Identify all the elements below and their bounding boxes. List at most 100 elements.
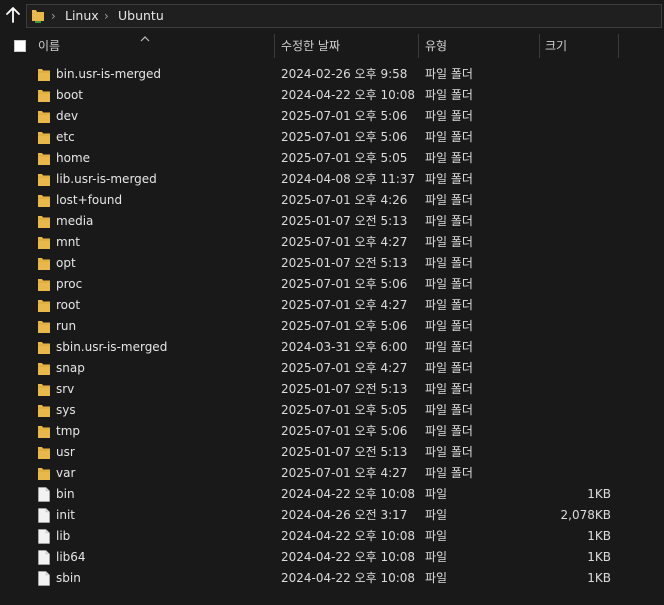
row-type: 파일 폴더: [425, 256, 473, 270]
row-type: 파일: [425, 550, 448, 564]
row-type: 파일 폴더: [425, 172, 473, 186]
row-date: 2025-07-01 오후 4:27: [281, 466, 408, 480]
row-name: var: [56, 466, 76, 480]
row-name: boot: [56, 88, 84, 102]
table-row[interactable]: snap 2025-07-01 오후 4:27 파일 폴더: [0, 358, 664, 379]
breadcrumb-ubuntu[interactable]: Ubuntu: [118, 8, 164, 24]
folder-icon: [38, 151, 50, 166]
table-row[interactable]: boot 2024-04-22 오후 10:08 파일 폴더: [0, 85, 664, 106]
row-date: 2025-01-07 오전 5:13: [281, 382, 408, 396]
table-row[interactable]: root 2025-07-01 오후 4:27 파일 폴더: [0, 295, 664, 316]
row-name: lib64: [56, 550, 86, 564]
row-type: 파일 폴더: [425, 319, 473, 333]
row-date: 2025-07-01 오후 5:06: [281, 424, 408, 438]
row-date: 2025-07-01 오후 5:06: [281, 109, 408, 123]
table-row[interactable]: sbin 2024-04-22 오후 10:08 파일 1KB: [0, 568, 664, 589]
table-row[interactable]: dev 2025-07-01 오후 5:06 파일 폴더: [0, 106, 664, 127]
row-name: run: [56, 319, 77, 333]
row-type: 파일 폴더: [425, 382, 473, 396]
table-row[interactable]: tmp 2025-07-01 오후 5:06 파일 폴더: [0, 421, 664, 442]
row-name: tmp: [56, 424, 81, 438]
table-row[interactable]: home 2025-07-01 오후 5:05 파일 폴더: [0, 148, 664, 169]
table-row[interactable]: lib64 2024-04-22 오후 10:08 파일 1KB: [0, 547, 664, 568]
row-name: lib: [56, 529, 71, 543]
row-name: lib.usr-is-merged: [56, 172, 157, 186]
row-date: 2024-04-22 오후 10:08: [281, 487, 416, 501]
row-date: 2024-03-31 오후 6:00: [281, 340, 408, 354]
table-row[interactable]: var 2025-07-01 오후 4:27 파일 폴더: [0, 463, 664, 484]
row-type: 파일 폴더: [425, 298, 473, 312]
row-date: 2025-07-01 오후 5:05: [281, 151, 408, 165]
row-name: mnt: [56, 235, 80, 249]
row-type: 파일 폴더: [425, 214, 473, 228]
folder-icon: [38, 340, 50, 355]
address-bar[interactable]: › Linux › Ubuntu: [26, 4, 662, 28]
row-name: lost+found: [56, 193, 123, 207]
row-date: 2024-04-22 오후 10:08: [281, 550, 416, 564]
breadcrumb-separator: ›: [104, 9, 109, 23]
breadcrumb-linux[interactable]: Linux: [65, 8, 99, 24]
folder-icon: [38, 298, 50, 313]
folder-icon: [38, 361, 50, 376]
up-arrow-icon[interactable]: [4, 6, 22, 26]
row-date: 2025-07-01 오후 4:26: [281, 193, 408, 207]
table-row[interactable]: sbin.usr-is-merged 2024-03-31 오후 6:00 파일 폴…: [0, 337, 664, 358]
row-name: home: [56, 151, 91, 165]
row-date: 2025-07-01 오후 4:27: [281, 298, 408, 312]
row-date: 2024-02-26 오후 9:58: [281, 67, 408, 81]
row-date: 2025-01-07 오전 5:13: [281, 256, 408, 270]
table-row[interactable]: srv 2025-01-07 오전 5:13 파일 폴더: [0, 379, 664, 400]
table-row[interactable]: opt 2025-01-07 오전 5:13 파일 폴더: [0, 253, 664, 274]
row-name: dev: [56, 109, 79, 123]
row-type: 파일 폴더: [425, 445, 473, 459]
file-icon: [38, 529, 50, 544]
table-row[interactable]: sys 2025-07-01 오후 5:05 파일 폴더: [0, 400, 664, 421]
file-icon: [38, 571, 50, 586]
table-row[interactable]: mnt 2025-07-01 오후 4:27 파일 폴더: [0, 232, 664, 253]
select-all-checkbox[interactable]: [14, 40, 26, 52]
row-type: 파일: [425, 508, 448, 522]
table-row[interactable]: media 2025-01-07 오전 5:13 파일 폴더: [0, 211, 664, 232]
folder-icon: [38, 67, 50, 82]
row-date: 2024-04-22 오후 10:08: [281, 88, 416, 102]
row-name: sbin.usr-is-merged: [56, 340, 168, 354]
column-divider[interactable]: [418, 34, 419, 58]
table-row[interactable]: etc 2025-07-01 오후 5:06 파일 폴더: [0, 127, 664, 148]
column-divider[interactable]: [539, 34, 540, 58]
column-type[interactable]: 유형: [425, 38, 447, 54]
table-row[interactable]: lost+found 2025-07-01 오후 4:26 파일 폴더: [0, 190, 664, 211]
folder-icon: [38, 277, 50, 292]
column-name[interactable]: 이름: [38, 38, 60, 54]
folder-icon: [38, 319, 50, 334]
table-row[interactable]: lib.usr-is-merged 2024-04-08 오후 11:37 파일 폴…: [0, 169, 664, 190]
table-row[interactable]: run 2025-07-01 오후 5:06 파일 폴더: [0, 316, 664, 337]
column-divider[interactable]: [618, 34, 619, 58]
table-row[interactable]: bin 2024-04-22 오후 10:08 파일 1KB: [0, 484, 664, 505]
row-type: 파일: [425, 571, 448, 585]
row-date: 2025-07-01 오후 5:06: [281, 130, 408, 144]
row-name: init: [56, 508, 75, 522]
table-row[interactable]: usr 2025-01-07 오전 5:13 파일 폴더: [0, 442, 664, 463]
table-row[interactable]: init 2024-04-26 오전 3:17 파일 2,078KB: [0, 505, 664, 526]
row-name: etc: [56, 130, 75, 144]
folder-icon: [38, 382, 50, 397]
column-divider[interactable]: [274, 34, 275, 58]
row-date: 2024-04-22 오후 10:08: [281, 571, 416, 585]
column-header: 이름 수정한 날짜 유형 크기: [0, 34, 664, 58]
table-row[interactable]: proc 2025-07-01 오후 5:06 파일 폴더: [0, 274, 664, 295]
row-name: sys: [56, 403, 76, 417]
row-type: 파일 폴더: [425, 130, 473, 144]
table-row[interactable]: bin.usr-is-merged 2024-02-26 오후 9:58 파일 폴더: [0, 64, 664, 85]
row-date: 2025-07-01 오후 5:06: [281, 277, 408, 291]
row-type: 파일 폴더: [425, 277, 473, 291]
row-name: opt: [56, 256, 76, 270]
column-size[interactable]: 크기: [545, 38, 567, 54]
folder-icon: [38, 193, 50, 208]
sort-ascending-icon: [140, 32, 150, 42]
column-date[interactable]: 수정한 날짜: [281, 38, 340, 54]
folder-icon: [38, 256, 50, 271]
row-date: 2025-07-01 오후 5:06: [281, 319, 408, 333]
folder-icon: [38, 424, 50, 439]
row-date: 2024-04-08 오후 11:37: [281, 172, 416, 186]
table-row[interactable]: lib 2024-04-22 오후 10:08 파일 1KB: [0, 526, 664, 547]
